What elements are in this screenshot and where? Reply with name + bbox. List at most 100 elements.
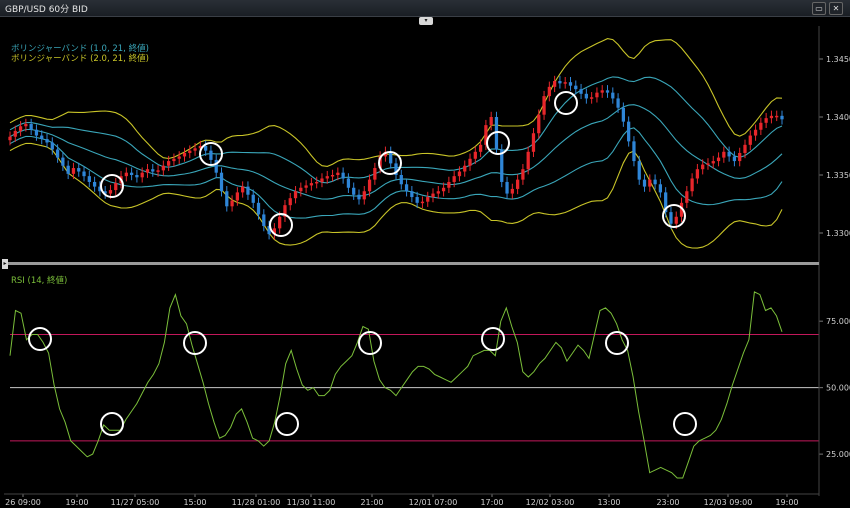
candle-bullish bbox=[373, 168, 377, 180]
candle-bullish bbox=[293, 191, 298, 199]
candle-bullish bbox=[748, 135, 752, 145]
x-tick-label: 13:00 bbox=[597, 498, 620, 507]
candle-bearish bbox=[219, 172, 224, 192]
chart-canvas: 1.34500 1.34000 1.33500 1.33000 75.000 50.000… bbox=[4, 26, 850, 507]
candle-bullish bbox=[431, 193, 435, 198]
candle-bullish bbox=[71, 168, 76, 174]
rsi-signal-circle bbox=[28, 327, 52, 351]
candle-bullish bbox=[447, 181, 451, 188]
candle-bullish bbox=[775, 115, 779, 118]
candle-bullish bbox=[367, 179, 372, 192]
candle-bullish bbox=[161, 165, 165, 171]
candle-bullish bbox=[362, 191, 366, 200]
rsi-ytick-label: 75.000 bbox=[826, 317, 850, 326]
rsi-grid bbox=[10, 333, 819, 442]
candle-bullish bbox=[230, 200, 234, 207]
candle-bullish bbox=[526, 151, 530, 170]
pane-toggle-icon[interactable]: ▸ bbox=[2, 259, 8, 269]
candle-bearish bbox=[256, 202, 261, 215]
x-axis-labels: 26 09:00 19:00 11/27 05:00 15:00 11/28 01:00… bbox=[4, 493, 819, 507]
candle-bullish bbox=[463, 165, 467, 172]
x-tick-label: 11/27 05:00 bbox=[111, 498, 160, 507]
candle-bullish bbox=[315, 181, 319, 184]
candle-bullish bbox=[452, 176, 456, 182]
candle-bearish bbox=[389, 151, 393, 164]
candle-bearish bbox=[204, 146, 208, 151]
rsi-path bbox=[9, 291, 783, 479]
collapse-icon[interactable]: ▾ bbox=[419, 17, 433, 25]
candle-bearish bbox=[92, 181, 97, 187]
pane-divider[interactable] bbox=[4, 262, 819, 265]
candle-bullish bbox=[553, 81, 557, 87]
x-tick-label: 19:00 bbox=[775, 498, 798, 507]
candle-bullish bbox=[24, 123, 28, 127]
rsi-signal-circle bbox=[183, 331, 207, 355]
candle-bullish bbox=[753, 129, 758, 136]
candle-bullish bbox=[241, 186, 245, 193]
x-tick-label: 26 09:00 bbox=[5, 498, 41, 507]
x-tick-label: 23:00 bbox=[656, 498, 679, 507]
candle-bullish bbox=[537, 114, 541, 134]
candle-bullish bbox=[706, 163, 710, 165]
candle-bullish bbox=[330, 175, 335, 177]
candle-bullish bbox=[8, 136, 12, 141]
rsi-ytick-label: 25.000 bbox=[826, 450, 850, 459]
candle-bullish bbox=[473, 151, 477, 159]
candle-bearish bbox=[55, 149, 60, 158]
candle-bearish bbox=[357, 194, 361, 200]
price-ytick-label: 1.34500 bbox=[826, 55, 850, 64]
candle-bullish bbox=[436, 191, 440, 194]
candle-bearish bbox=[129, 172, 134, 175]
candle-bearish bbox=[574, 85, 578, 90]
candle-bearish bbox=[82, 171, 86, 177]
candle-bullish bbox=[299, 187, 303, 192]
candle-bearish bbox=[246, 186, 250, 195]
x-tick-label: 19:00 bbox=[65, 498, 88, 507]
candle-bearish bbox=[621, 107, 625, 122]
candle-bullish bbox=[711, 161, 715, 164]
candle-bullish bbox=[542, 96, 546, 115]
candle-bullish bbox=[510, 188, 514, 194]
restore-icon[interactable]: ▭ bbox=[812, 2, 826, 15]
candle-bullish bbox=[759, 122, 763, 130]
candle-bearish bbox=[66, 165, 70, 174]
x-tick-label: 12/03 09:00 bbox=[704, 498, 753, 507]
candle-bullish bbox=[441, 187, 446, 192]
price-signal-circle bbox=[554, 91, 578, 115]
candle-bearish bbox=[29, 123, 33, 130]
x-tick-label: 17:00 bbox=[480, 498, 503, 507]
candle-bullish bbox=[478, 144, 483, 152]
candle-bullish bbox=[278, 216, 282, 229]
candle-bearish bbox=[558, 81, 562, 84]
candle-bearish bbox=[658, 184, 663, 193]
candle-bullish bbox=[690, 178, 694, 192]
candle-bearish bbox=[34, 129, 39, 136]
candle-bullish bbox=[764, 118, 768, 123]
candle-bearish bbox=[415, 197, 419, 203]
candle-bearish bbox=[341, 172, 345, 179]
candle-bearish bbox=[669, 212, 673, 224]
rsi-signal-circle bbox=[673, 412, 697, 436]
x-tick-label: 11/30 11:00 bbox=[287, 498, 336, 507]
window-titlebar: GBP/USD 60分 BID ▭ ✕ bbox=[0, 0, 850, 17]
candle-bullish bbox=[172, 158, 176, 162]
price-ytick-label: 1.33000 bbox=[826, 229, 850, 238]
candle-bullish bbox=[140, 172, 144, 178]
candle-bullish bbox=[124, 172, 128, 177]
candle-bullish bbox=[595, 92, 599, 98]
close-icon[interactable]: ✕ bbox=[829, 2, 843, 15]
candle-bearish bbox=[632, 141, 636, 162]
legend-rsi: RSI (14, 終値) bbox=[11, 276, 68, 286]
candle-bearish bbox=[627, 121, 631, 142]
candle-bearish bbox=[135, 175, 139, 178]
candle-bearish bbox=[732, 156, 737, 162]
candle-bearish bbox=[40, 135, 44, 140]
candle-bullish bbox=[685, 191, 689, 203]
rsi-signal-circle bbox=[100, 412, 124, 436]
window-title: GBP/USD 60分 BID bbox=[5, 5, 88, 15]
candle-bearish bbox=[616, 98, 620, 108]
candle-bullish bbox=[114, 183, 118, 191]
rsi-line bbox=[9, 291, 783, 479]
candle-bearish bbox=[251, 194, 255, 203]
candle-bullish bbox=[743, 144, 747, 153]
